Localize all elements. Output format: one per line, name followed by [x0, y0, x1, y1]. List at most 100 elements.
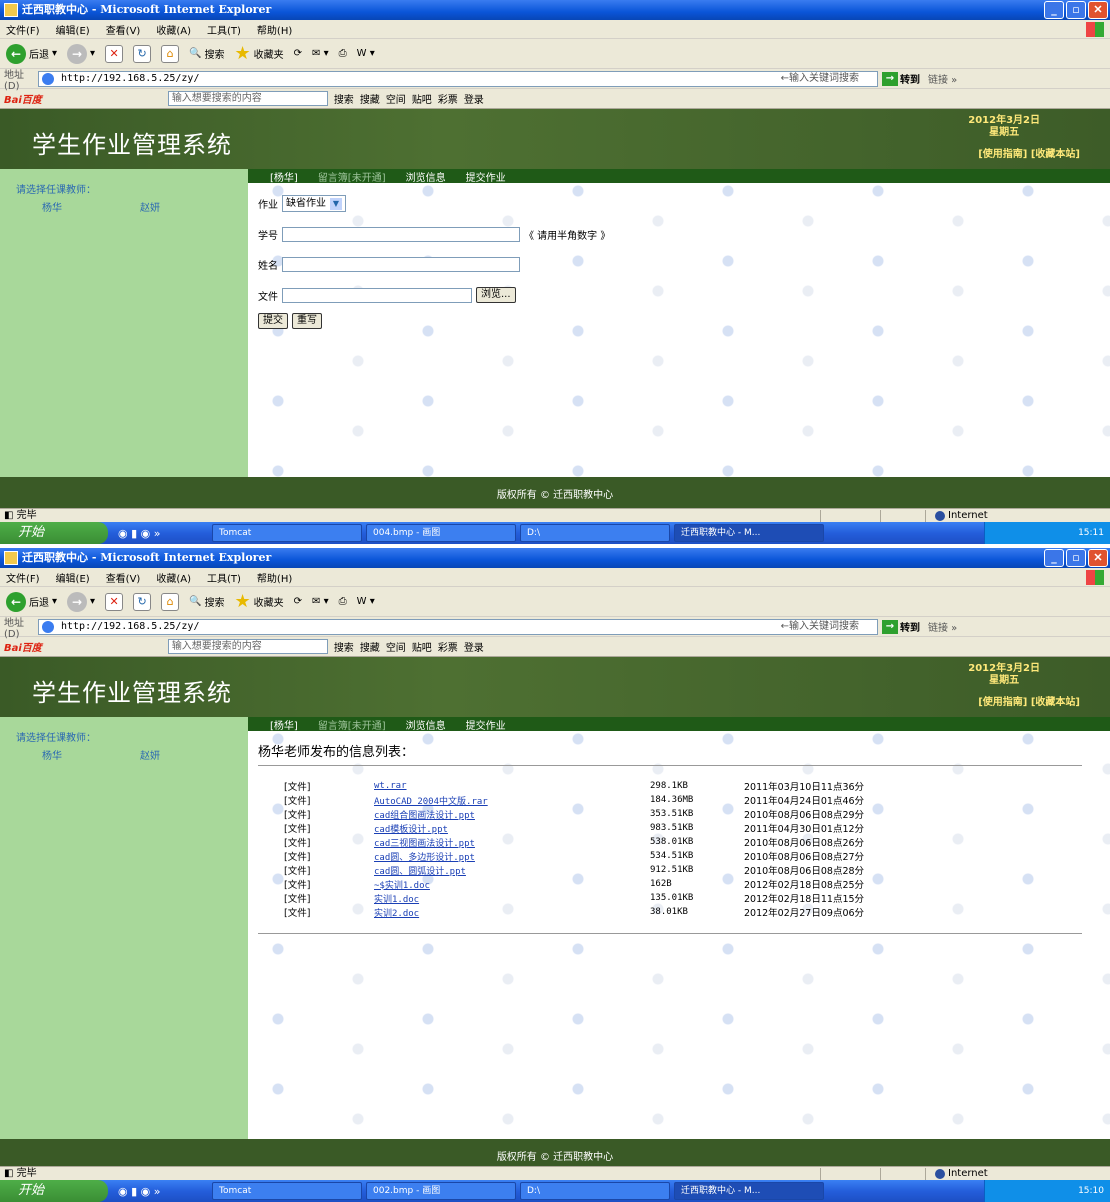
mail-icon[interactable]: ✉ ▾	[312, 48, 329, 59]
mail-icon[interactable]: ✉ ▾	[312, 596, 329, 607]
nav-guestbook[interactable]: 留言簿[未开通]	[318, 717, 386, 732]
teacher-link-zhaoyan[interactable]: 赵妍	[140, 199, 160, 214]
nav-guestbook[interactable]: 留言簿[未开通]	[318, 169, 386, 184]
file-name-link[interactable]: 实训1.doc	[374, 891, 650, 905]
baidu-soucang[interactable]: 搜藏	[360, 91, 380, 106]
file-name-link[interactable]: AutoCAD 2004中文版.rar	[374, 793, 650, 807]
baidu-lottery[interactable]: 彩票	[438, 91, 458, 106]
menu-tools[interactable]: 工具(T)	[207, 22, 241, 37]
assignment-select[interactable]: 缺省作业 ▼	[282, 195, 346, 212]
task-paint[interactable]: 002.bmp - 画图	[366, 1182, 516, 1200]
file-name-link[interactable]: ~$实训1.doc	[374, 877, 650, 891]
word-icon[interactable]: W ▾	[357, 596, 375, 607]
forward-button[interactable]: → ▾	[67, 43, 95, 64]
guide-favorite-links[interactable]: [使用指南] [收藏本站]	[978, 693, 1080, 708]
stop-icon[interactable]: ✕	[105, 592, 124, 611]
links-button[interactable]: 链接 »	[928, 71, 957, 86]
baidu-logo[interactable]: Bai百度	[4, 91, 42, 106]
baidu-tieba[interactable]: 贴吧	[412, 91, 432, 106]
quick-launch-icons[interactable]: ◉ ▮ ◉ »	[118, 1185, 208, 1198]
favorites-button[interactable]: ★ 收藏夹	[235, 591, 284, 612]
teacher-link-yanghua[interactable]: 杨华	[42, 747, 62, 762]
menu-help[interactable]: 帮助(H)	[257, 22, 292, 37]
minimize-button[interactable]: _	[1044, 549, 1064, 567]
baidu-soucang[interactable]: 搜藏	[360, 639, 380, 654]
file-name-link[interactable]: cad圆、多边形设计.ppt	[374, 849, 650, 863]
back-button[interactable]: ← 后退 ▾	[6, 591, 57, 612]
baidu-search-button[interactable]: 搜索	[334, 639, 354, 654]
history-icon[interactable]: ⟳	[294, 48, 302, 59]
baidu-space[interactable]: 空间	[386, 91, 406, 106]
file-name-link[interactable]: cad模板设计.ppt	[374, 821, 650, 835]
menu-favorites[interactable]: 收藏(A)	[156, 22, 191, 37]
favorites-button[interactable]: ★ 收藏夹	[235, 43, 284, 64]
nav-browse[interactable]: 浏览信息	[406, 169, 446, 184]
task-ie[interactable]: 迁西职教中心 - M...	[674, 1182, 824, 1200]
task-ie[interactable]: 迁西职教中心 - M...	[674, 524, 824, 542]
task-paint[interactable]: 004.bmp - 画图	[366, 524, 516, 542]
guide-favorite-links[interactable]: [使用指南] [收藏本站]	[978, 145, 1080, 160]
go-button[interactable]: → 转到	[882, 619, 920, 634]
student-id-input[interactable]	[282, 227, 520, 242]
print-icon[interactable]: ⎙	[339, 48, 347, 59]
baidu-search-button[interactable]: 搜索	[334, 91, 354, 106]
baidu-login[interactable]: 登录	[464, 91, 484, 106]
start-button[interactable]: 开始	[0, 522, 108, 544]
nav-submit[interactable]: 提交作业	[466, 169, 506, 184]
menu-edit[interactable]: 编辑(E)	[56, 22, 90, 37]
close-button[interactable]: ✕	[1088, 549, 1108, 567]
minimize-button[interactable]: _	[1044, 1, 1064, 19]
word-icon[interactable]: W ▾	[357, 48, 375, 59]
baidu-logo[interactable]: Bai百度	[4, 639, 42, 654]
print-icon[interactable]: ⎙	[339, 596, 347, 607]
start-button[interactable]: 开始	[0, 1180, 108, 1202]
menu-tools[interactable]: 工具(T)	[207, 570, 241, 585]
name-input[interactable]	[282, 257, 520, 272]
task-tomcat[interactable]: Tomcat	[212, 524, 362, 542]
links-button[interactable]: 链接 »	[928, 619, 957, 634]
file-name-link[interactable]: wt.rar	[374, 779, 650, 793]
search-button[interactable]: 🔍 搜索	[189, 46, 224, 61]
menu-edit[interactable]: 编辑(E)	[56, 570, 90, 585]
file-name-link[interactable]: cad三视图画法设计.ppt	[374, 835, 650, 849]
file-name-link[interactable]: cad组合图画法设计.ppt	[374, 807, 650, 821]
forward-button[interactable]: → ▾	[67, 591, 95, 612]
reset-button[interactable]: 重写	[292, 313, 322, 329]
file-name-link[interactable]: cad圆、圆弧设计.ppt	[374, 863, 650, 877]
home-icon[interactable]: ⌂	[161, 44, 180, 63]
search-button[interactable]: 🔍 搜索	[189, 594, 224, 609]
url-input[interactable]: http://192.168.5.25/zy/ ←输入关键词搜索	[38, 70, 878, 87]
nav-browse[interactable]: 浏览信息	[406, 717, 446, 732]
refresh-icon[interactable]: ↻	[133, 592, 152, 611]
history-icon[interactable]: ⟳	[294, 596, 302, 607]
menu-view[interactable]: 查看(V)	[106, 570, 141, 585]
menu-view[interactable]: 查看(V)	[106, 22, 141, 37]
file-path-input[interactable]	[282, 287, 472, 303]
go-button[interactable]: → 转到	[882, 71, 920, 86]
home-icon[interactable]: ⌂	[161, 592, 180, 611]
menu-file[interactable]: 文件(F)	[6, 22, 40, 37]
teacher-link-yanghua[interactable]: 杨华	[42, 199, 62, 214]
file-name-link[interactable]: 实训2.doc	[374, 905, 650, 919]
teacher-link-zhaoyan[interactable]: 赵妍	[140, 747, 160, 762]
baidu-tieba[interactable]: 贴吧	[412, 639, 432, 654]
baidu-search-input[interactable]: 输入想要搜索的内容	[167, 91, 328, 106]
task-tomcat[interactable]: Tomcat	[212, 1182, 362, 1200]
baidu-login[interactable]: 登录	[464, 639, 484, 654]
close-button[interactable]: ✕	[1088, 1, 1108, 19]
browse-button[interactable]: 浏览...	[476, 287, 516, 303]
task-explorer-d[interactable]: D:\	[520, 1182, 670, 1200]
url-input[interactable]: http://192.168.5.25/zy/ ←输入关键词搜索	[38, 618, 878, 635]
stop-icon[interactable]: ✕	[105, 44, 124, 63]
baidu-space[interactable]: 空间	[386, 639, 406, 654]
back-button[interactable]: ← 后退 ▾	[6, 43, 57, 64]
baidu-lottery[interactable]: 彩票	[438, 639, 458, 654]
baidu-search-input[interactable]: 输入想要搜索的内容	[167, 639, 328, 654]
quick-launch-icons[interactable]: ◉ ▮ ◉ »	[118, 527, 208, 540]
refresh-icon[interactable]: ↻	[133, 44, 152, 63]
menu-help[interactable]: 帮助(H)	[257, 570, 292, 585]
submit-button[interactable]: 提交	[258, 313, 288, 329]
maximize-button[interactable]: ▫	[1066, 549, 1086, 567]
menu-favorites[interactable]: 收藏(A)	[156, 570, 191, 585]
task-explorer-d[interactable]: D:\	[520, 524, 670, 542]
